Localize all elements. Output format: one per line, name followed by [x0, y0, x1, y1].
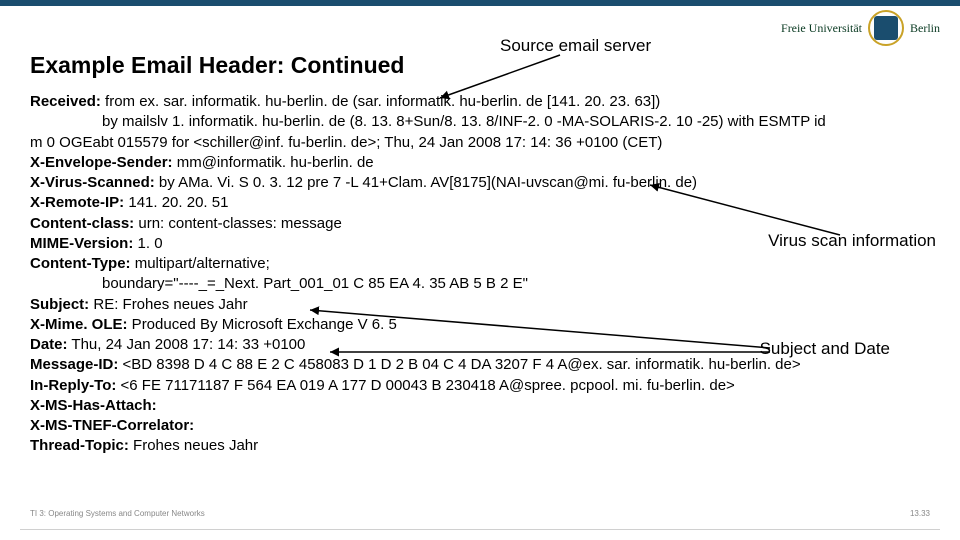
annotation-source-server: Source email server — [500, 36, 651, 56]
top-accent-bar — [0, 0, 960, 6]
email-header-block: Received: from ex. sar. informatik. hu-b… — [30, 92, 944, 457]
header-value: <BD 8398 D 4 C 88 E 2 C 458083 D 1 D 2 B… — [118, 356, 800, 373]
header-value: by mailslv 1. informatik. hu-berlin. de … — [102, 113, 826, 130]
seal-icon — [868, 10, 904, 46]
header-value: urn: content-classes: message — [134, 215, 342, 232]
header-line: Message-ID: <BD 8398 D 4 C 88 E 2 C 4580… — [30, 355, 944, 375]
header-label: X-Remote-IP: — [30, 194, 124, 211]
header-label: Message-ID: — [30, 356, 118, 373]
header-label: X-Virus-Scanned: — [30, 174, 155, 191]
footer: TI 3: Operating Systems and Computer Net… — [0, 506, 960, 530]
header-label: Thread-Topic: — [30, 437, 129, 454]
logo-text-2: Berlin — [910, 21, 940, 36]
header-line: Date: Thu, 24 Jan 2008 17: 14: 33 +0100 — [30, 335, 944, 355]
header-value: 141. 20. 20. 51 — [124, 194, 228, 211]
university-logo: Freie Universität Berlin — [781, 10, 940, 46]
header-value: Thu, 24 Jan 2008 17: 14: 33 +0100 — [68, 336, 306, 353]
header-label: X-Mime. OLE: — [30, 316, 128, 333]
header-value: Frohes neues Jahr — [129, 437, 258, 454]
header-line: Content-class: urn: content-classes: mes… — [30, 214, 944, 234]
slide-title: Example Email Header: Continued — [30, 52, 404, 79]
header-value: RE: Frohes neues Jahr — [89, 296, 247, 313]
header-value: 1. 0 — [133, 235, 162, 252]
header-label: MIME-Version: — [30, 235, 133, 252]
header-line: X-Virus-Scanned: by AMa. Vi. S 0. 3. 12 … — [30, 173, 944, 193]
header-value: m 0 OGEabt 015579 for <schiller@inf. fu-… — [30, 134, 662, 151]
header-value: Produced By Microsoft Exchange V 6. 5 — [128, 316, 397, 333]
header-label: X-MS-Has-Attach: — [30, 397, 157, 414]
header-label: X-MS-TNEF-Correlator: — [30, 417, 194, 434]
header-line: Received: from ex. sar. informatik. hu-b… — [30, 92, 944, 112]
header-line: X-MS-Has-Attach: — [30, 396, 944, 416]
header-line: X-MS-TNEF-Correlator: — [30, 416, 944, 436]
header-line: boundary="----_=_Next. Part_001_01 C 85 … — [30, 274, 944, 294]
header-label: Content-Type: — [30, 255, 131, 272]
header-line: Content-Type: multipart/alternative; — [30, 254, 944, 274]
header-line: X-Remote-IP: 141. 20. 20. 51 — [30, 193, 944, 213]
header-value: multipart/alternative; — [131, 255, 270, 272]
header-label: Content-class: — [30, 215, 134, 232]
header-label: Received: — [30, 93, 101, 110]
header-line: MIME-Version: 1. 0 — [30, 234, 944, 254]
header-line: Subject: RE: Frohes neues Jahr — [30, 295, 944, 315]
header-line: In-Reply-To: <6 FE 71171187 F 564 EA 019… — [30, 376, 944, 396]
header-label: Date: — [30, 336, 68, 353]
header-value: from ex. sar. informatik. hu-berlin. de … — [101, 93, 660, 110]
footer-divider — [20, 529, 940, 530]
header-line: m 0 OGEabt 015579 for <schiller@inf. fu-… — [30, 133, 944, 153]
logo-text-1: Freie Universität — [781, 21, 862, 36]
header-line: X-Mime. OLE: Produced By Microsoft Excha… — [30, 315, 944, 335]
header-value: boundary="----_=_Next. Part_001_01 C 85 … — [102, 275, 528, 292]
header-label: Subject: — [30, 296, 89, 313]
header-label: X-Envelope-Sender: — [30, 154, 173, 171]
header-value: by AMa. Vi. S 0. 3. 12 pre 7 -L 41+Clam.… — [155, 174, 697, 191]
header-value: <6 FE 71171187 F 564 EA 019 A 177 D 0004… — [116, 377, 734, 394]
header-line: X-Envelope-Sender: mm@informatik. hu-ber… — [30, 153, 944, 173]
header-value: mm@informatik. hu-berlin. de — [173, 154, 374, 171]
header-line: Thread-Topic: Frohes neues Jahr — [30, 436, 944, 456]
footer-course-name: TI 3: Operating Systems and Computer Net… — [30, 509, 205, 518]
slide: Freie Universität Berlin Example Email H… — [0, 0, 960, 540]
footer-page-number: 13.33 — [910, 509, 930, 518]
header-label: In-Reply-To: — [30, 377, 116, 394]
header-line: by mailslv 1. informatik. hu-berlin. de … — [30, 112, 944, 132]
